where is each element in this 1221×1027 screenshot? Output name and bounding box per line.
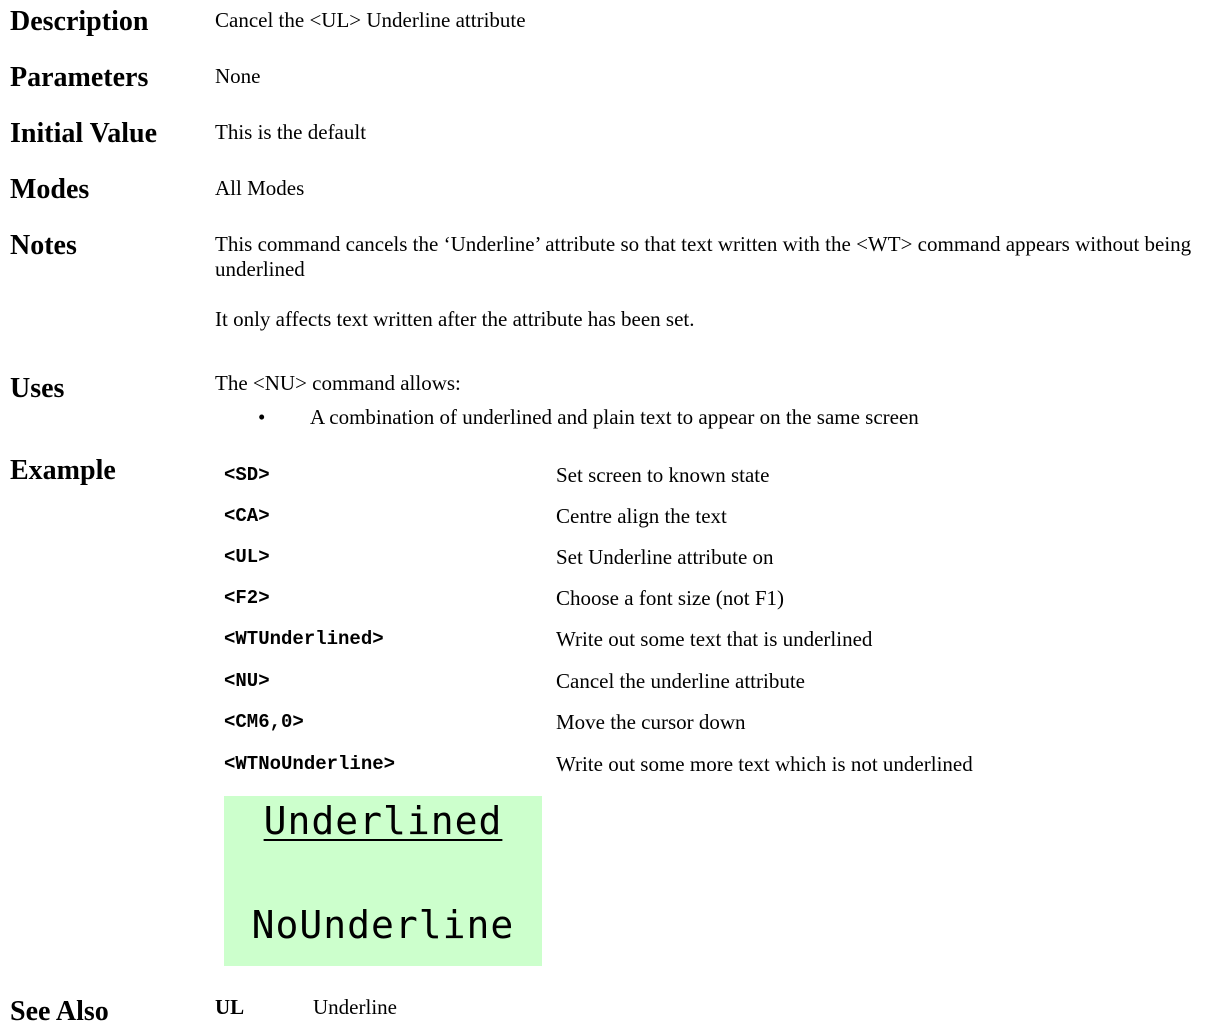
see-also-command-code: UL — [215, 995, 245, 1019]
example-command: <CM6,0> — [224, 711, 304, 733]
example-command: <WTUnderlined> — [224, 628, 384, 650]
see-also-description: Underline — [313, 995, 397, 1019]
lcd-screen-preview: Underlined NoUnderline — [224, 796, 542, 966]
example-command-description: Move the cursor down — [556, 710, 746, 734]
lcd-plain-text: NoUnderline — [251, 903, 515, 947]
notes-paragraph-1: This command cancels the ‘Underline’ att… — [215, 232, 1192, 281]
modes-label: Modes — [10, 174, 90, 205]
description-text: Cancel the <UL> Underline attribute — [215, 8, 526, 32]
example-command-description: Choose a font size (not F1) — [556, 586, 785, 610]
example-command: <F2> — [224, 587, 270, 609]
modes-text: All Modes — [215, 176, 305, 200]
uses-label: Uses — [10, 373, 65, 404]
uses-bullet-item: • A combination of underlined and plain t… — [258, 405, 919, 430]
example-command-description: Set Underline attribute on — [556, 545, 774, 569]
example-command: <WTNoUnderline> — [224, 753, 396, 775]
example-command-description: Write out some more text which is not un… — [556, 752, 973, 776]
see-also-label: See Also — [10, 996, 109, 1027]
notes-paragraph-gap — [215, 282, 1215, 307]
initial-value-label: Initial Value — [10, 118, 158, 149]
notes-label: Notes — [10, 230, 77, 261]
uses-bullet-text: A combination of underlined and plain te… — [310, 405, 919, 429]
example-command: <SD> — [224, 464, 270, 486]
example-command: <NU> — [224, 670, 270, 692]
description-label: Description — [10, 6, 149, 37]
notes-body: This command cancels the ‘Underline’ att… — [215, 232, 1215, 332]
uses-intro: The <NU> command allows: — [215, 371, 461, 395]
example-command-description: Centre align the text — [556, 504, 727, 528]
lcd-underlined-text: Underlined — [263, 799, 503, 843]
example-command-description: Set screen to known state — [556, 463, 770, 487]
parameters-label: Parameters — [10, 62, 149, 93]
example-command: <CA> — [224, 505, 270, 527]
notes-paragraph-2: It only affects text written after the a… — [215, 307, 695, 331]
example-command-description: Cancel the underline attribute — [556, 669, 805, 693]
initial-value-text: This is the default — [215, 120, 367, 144]
parameters-text: None — [215, 64, 261, 88]
example-label: Example — [10, 455, 116, 486]
example-command: <UL> — [224, 546, 270, 568]
example-command-description: Write out some text that is underlined — [556, 627, 873, 651]
bullet-icon: • — [258, 405, 266, 429]
